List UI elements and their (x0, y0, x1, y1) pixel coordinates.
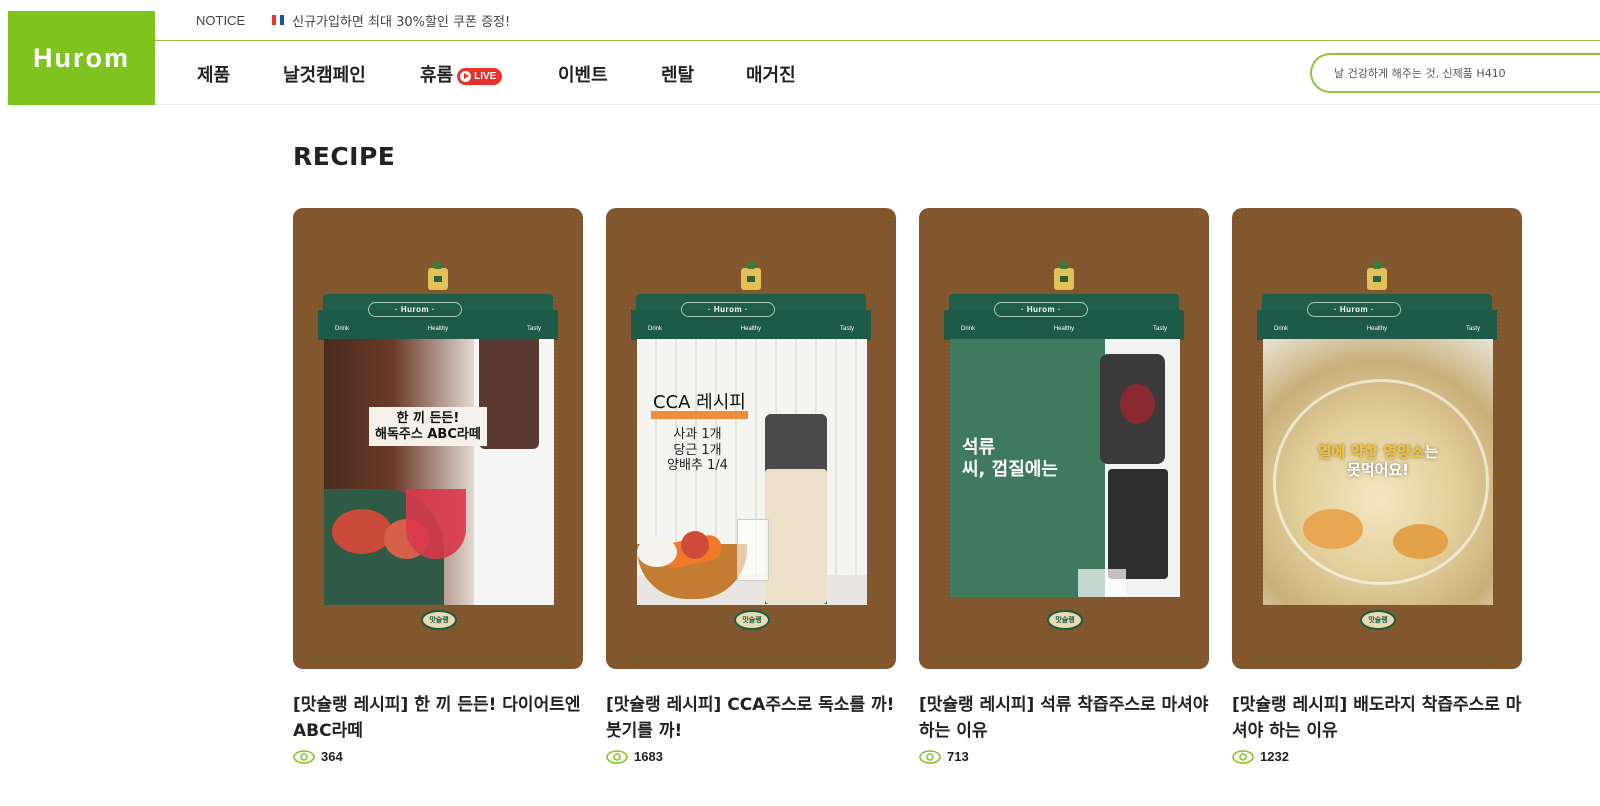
eye-icon (1232, 749, 1254, 764)
card-title-text: [맛슐랭 레시피] 한 끼 든든! 다이어트엔 ABC라떼 (293, 695, 581, 741)
juice-glass (406, 489, 466, 559)
view-count: 713 (919, 749, 1209, 764)
recipe-thumbnail[interactable]: · Hurom · Drink Healthy Tasty 열에 약한 영양소는못먹… (1232, 208, 1522, 669)
juicer-bowl (479, 339, 539, 449)
recipe-photo: CCA 레시피 사과 1개 당근 1개 양배추 1/4 (637, 339, 867, 605)
juice-jar-icon (741, 261, 761, 290)
awning-brand: · Hurom · (1307, 302, 1401, 317)
notice-text[interactable]: 신규가입하면 최대 30%할인 쿠폰 증정! (292, 11, 510, 30)
juice-jar-icon (428, 261, 448, 290)
awning-words: Drink Healthy Tasty (648, 326, 854, 332)
photo-caption: 석류 씨, 껍질에는 (962, 437, 1058, 480)
korea-flag-icon (272, 15, 285, 25)
recipe-photo: 석류 씨, 껍질에는 (950, 339, 1180, 597)
notice-label[interactable]: NOTICE (196, 13, 245, 28)
nav-item-raw-campaign[interactable]: 날것캠페인 (283, 61, 366, 87)
awning-words: Drink Healthy Tasty (335, 326, 541, 332)
cabbage (637, 537, 677, 567)
pear-slice (1303, 509, 1363, 549)
glass (1078, 569, 1126, 597)
logo-text: Hurom (33, 42, 130, 73)
awning-words: Drink Healthy Tasty (1274, 326, 1480, 332)
view-count: 364 (293, 749, 583, 764)
nav-item-hurom-live[interactable]: 휴롬 LIVE (420, 61, 503, 87)
photo-highlight: 열에 약한 영양소 (1317, 443, 1425, 461)
mat-badge: 맛슐랭 (1360, 610, 1396, 630)
search-input[interactable] (1332, 65, 1600, 81)
nav-item-products[interactable]: 제품 (197, 61, 230, 87)
nav-item-magazine[interactable]: 매거진 (746, 61, 796, 87)
section-title: RECIPE (293, 142, 396, 171)
photo-caption: 열에 약한 영양소는못먹어요! (1263, 443, 1493, 479)
juicer-spout (1108, 469, 1168, 579)
glass-bowl (1273, 379, 1489, 585)
apple-shape (681, 531, 709, 559)
card-title[interactable]: [맛슐랭 레시피] 석류 착즙주스로 마셔야 하는 이유 (919, 692, 1209, 744)
nav-item-events[interactable]: 이벤트 (558, 61, 608, 87)
juicer-body (765, 469, 827, 604)
photo-line: 못먹어요! (1346, 461, 1410, 479)
apple-shape (332, 509, 392, 554)
pear-slice (1393, 524, 1448, 559)
awning-brand: · Hurom · (368, 302, 462, 317)
view-count-value: 713 (947, 749, 969, 764)
eye-icon (293, 749, 315, 764)
view-count: 1683 (606, 749, 896, 764)
recipe-card[interactable]: · Hurom · Drink Healthy Tasty CCA 레시피 사과 1… (606, 208, 896, 764)
juice-jar-icon (1367, 261, 1387, 290)
nav-item-hurom-label: 휴롬 (420, 65, 454, 86)
card-title[interactable]: [맛슐랭 레시피] CCA주스로 독소를 까! 붓기를 까! (606, 692, 896, 744)
search-box (1310, 53, 1600, 93)
nav-item-rental[interactable]: 렌탈 (661, 61, 694, 87)
card-title[interactable]: [맛슐랭 레시피] 한 끼 든든! 다이어트엔 ABC라떼 (293, 692, 583, 744)
view-count-value: 364 (321, 749, 343, 764)
awning-brand: · Hurom · (994, 302, 1088, 317)
play-icon (460, 70, 472, 82)
pomegranate (1120, 384, 1155, 424)
recipe-thumbnail[interactable]: · Hurom · Drink Healthy Tasty CCA 레시피 사과 1… (606, 208, 896, 669)
notice-bar: NOTICE 신규가입하면 최대 30%할인 쿠폰 증정! (155, 0, 1600, 41)
juice-jar-icon (1054, 261, 1074, 290)
photo-heading: CCA 레시피 (651, 394, 748, 419)
recipe-photo: 한 끼 든든! 해독주스 ABC라떼 (324, 339, 554, 605)
recipe-photo: 열에 약한 영양소는못먹어요! (1263, 339, 1493, 605)
recipe-card[interactable]: · Hurom · Drink Healthy Tasty 한 끼 든든! 해독주스… (293, 208, 583, 764)
awning-brand: · Hurom · (681, 302, 775, 317)
live-badge-label: LIVE (474, 70, 497, 82)
hurom-logo[interactable]: Hurom (8, 11, 155, 105)
mat-badge: 맛슐랭 (1047, 610, 1083, 630)
view-count-value: 1683 (634, 749, 663, 764)
card-title[interactable]: [맛슐랭 레시피] 배도라지 착즙주스로 마셔야 하는 이유 (1232, 692, 1522, 744)
awning-words: Drink Healthy Tasty (961, 326, 1167, 332)
view-count: 1232 (1232, 749, 1522, 764)
photo-caption: 사과 1개 당근 1개 양배추 1/4 (667, 427, 728, 474)
recipe-card[interactable]: · Hurom · Drink Healthy Tasty 열에 약한 영양소는못먹… (1232, 208, 1522, 764)
eye-icon (606, 749, 628, 764)
photo-caption: 한 끼 든든! 해독주스 ABC라떼 (369, 407, 487, 447)
view-count-value: 1232 (1260, 749, 1289, 764)
recipe-thumbnail[interactable]: · Hurom · Drink Healthy Tasty 석류 씨, 껍질에는 맛… (919, 208, 1209, 669)
mat-badge: 맛슐랭 (734, 610, 770, 630)
recipe-card[interactable]: · Hurom · Drink Healthy Tasty 석류 씨, 껍질에는 맛… (919, 208, 1209, 764)
recipe-thumbnail[interactable]: · Hurom · Drink Healthy Tasty 한 끼 든든! 해독주스… (293, 208, 583, 669)
eye-icon (919, 749, 941, 764)
live-badge: LIVE (457, 67, 503, 85)
mat-badge: 맛슐랭 (421, 610, 457, 630)
photo-suffix: 는 (1424, 443, 1439, 461)
glass (737, 519, 769, 581)
